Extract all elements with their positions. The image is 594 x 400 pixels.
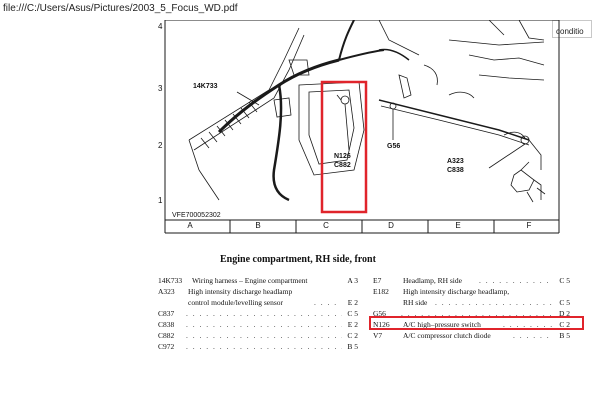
legend-leader: . . . . . . . . . . . . . . . . . . . . … [186,320,342,329]
row-number: 2 [158,141,163,150]
legend-ref: C 5 [347,309,358,318]
legend-entry: G56 . . . . . . . . . . . . . . . . . . … [373,308,570,319]
legend-entry: C838 . . . . . . . . . . . . . . . . . .… [158,319,358,330]
legend-desc: control module/levelling sensor [188,298,283,307]
legend-leader: . . . . . [314,298,340,307]
legend-leader: . . . . . . . . . [503,320,552,329]
legend-entry: C837 . . . . . . . . . . . . . . . . . .… [158,308,358,319]
legend-desc: Headlamp, RH side [403,276,462,285]
legend-entry: RH side . . . . . . . . . . . . . . . . … [373,297,570,308]
legend-ref: C 5 [559,276,570,285]
row-number: 1 [158,196,163,205]
legend-code: C838 [158,320,175,329]
legend-leader: . . . . . . . . . . . . . . . . . . . . … [401,309,554,318]
legend-desc: High intensity discharge headlamp [188,287,293,296]
callout-harness: 14K733 [193,83,218,90]
legend-entry: C972 . . . . . . . . . . . . . . . . . .… [158,341,358,352]
legend-entry: A323 High intensity discharge headlamp [158,286,358,297]
page-title: Engine compartment, RH side, front [220,254,376,265]
legend-leader: . . . . . . . . . . . . . . . . . . . . … [435,298,552,307]
legend-code: V7 [373,331,383,340]
legend-code: C882 [158,331,175,340]
legend-ref: D 2 [558,309,570,318]
legend-entry: V7 A/C compressor clutch diode . . . . .… [373,330,570,341]
drawing-id: VFE700052302 [172,212,221,219]
callout-c838: C838 [447,167,464,174]
callout-switch-c882: C882 [334,162,351,169]
legend-leader: . . . . . . . [513,331,552,340]
wiring-diagram [164,20,560,234]
legend-desc: High intensity discharge headlamp, [403,287,510,296]
row-number: 4 [158,22,163,31]
legend-ref: E 2 [347,320,358,329]
legend-code: 14K733 [158,276,183,285]
legend-ref: A 3 [347,276,358,285]
legend-desc: RH side [403,298,428,307]
legend-ref: E 2 [347,298,358,307]
legend-code: N126 [373,320,390,329]
legend-code: C972 [158,342,175,351]
legend-entry: E7 Headlamp, RH side . . . . . . . . . .… [373,275,570,286]
column-letter: D [388,221,394,230]
column-letter: B [255,221,261,230]
legend-desc: Wiring harness – Engine compartment [192,276,308,285]
legend-entry: 14K733 Wiring harness – Engine compartme… [158,275,358,286]
column-letter: C [323,221,329,230]
callout-a323: A323 [447,158,464,165]
legend-entry: control module/levelling sensor . . . . … [158,297,358,308]
legend-ref: B 5 [347,342,358,351]
legend-ref: C 5 [559,298,570,307]
legend-entry: E182 High intensity discharge headlamp, [373,286,570,297]
legend-leader: . . . . . . . . . . . . [479,276,552,285]
legend-ref: C 2 [559,320,570,329]
legend-ref: B 5 [559,331,570,340]
legend-entry: N126 A/C high–pressure switch . . . . . … [373,319,570,330]
legend-code: C837 [158,309,175,318]
legend-leader: . . . . . . . . . . . . . . . . . . . . … [186,309,342,318]
legend-leader: . . . . . . . . . . . . . . . . . . . . … [186,331,342,340]
legend-leader: . . . . . . . . . . . . . . . . . . . . … [186,342,342,351]
viewer-left-margin [0,20,108,400]
diagram-frame [164,20,560,221]
column-letter: A [187,221,193,230]
legend-desc: A/C compressor clutch diode [403,331,491,340]
legend-code: A323 [158,287,175,296]
legend-code: G56 [373,309,386,318]
callout-ground: G56 [387,143,401,150]
callout-switch-n126: N126 [334,153,351,160]
address-url[interactable]: file:///C:/Users/Asus/Pictures/2003_5_Fo… [3,3,238,14]
address-bar[interactable]: file:///C:/Users/Asus/Pictures/2003_5_Fo… [0,0,594,21]
legend-desc: A/C high–pressure switch [403,320,481,329]
column-letter: F [526,221,532,230]
row-number: 3 [158,84,163,93]
legend-entry: C882 . . . . . . . . . . . . . . . . . .… [158,330,358,341]
legend-ref: C 2 [347,331,358,340]
column-letter: E [455,221,461,230]
legend-code: E7 [373,276,382,285]
legend-code: E182 [373,287,389,296]
